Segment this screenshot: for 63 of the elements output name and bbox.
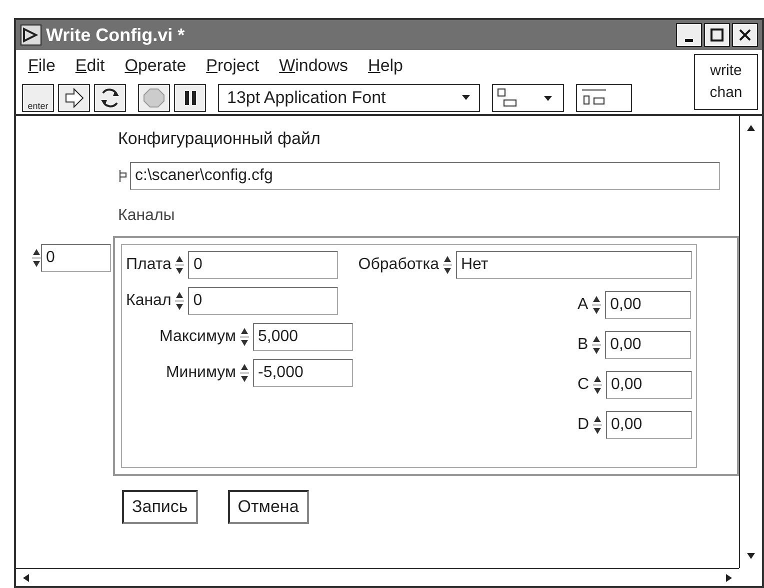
scroll-up-icon[interactable] bbox=[746, 124, 756, 132]
spin-arrows-icon[interactable] bbox=[240, 362, 249, 384]
maximize-icon bbox=[710, 28, 724, 42]
field-label: B bbox=[577, 334, 588, 354]
context-help-text: write bbox=[710, 61, 742, 81]
font-dropdown[interactable]: 13pt Application Font bbox=[218, 84, 480, 112]
minimize-button[interactable] bbox=[676, 23, 702, 47]
path-icon bbox=[118, 168, 128, 182]
field-label: Минимум bbox=[164, 362, 236, 382]
numeric-field[interactable]: 0,00 bbox=[606, 410, 692, 438]
enter-button[interactable]: enter bbox=[22, 84, 54, 112]
numeric-field[interactable]: 0,00 bbox=[605, 330, 692, 358]
spin-arrows-icon[interactable] bbox=[175, 254, 184, 276]
numeric-field[interactable]: -5,000 bbox=[253, 358, 353, 386]
numeric-field[interactable]: Нет bbox=[456, 250, 692, 278]
field-label: Максимум bbox=[158, 326, 236, 346]
field-label: Плата bbox=[126, 254, 172, 274]
array-index-field[interactable]: 0 bbox=[41, 244, 111, 272]
dialog-button[interactable]: Запись bbox=[122, 490, 198, 524]
align-dropdown-icon[interactable] bbox=[492, 84, 564, 112]
spin-arrows-icon[interactable] bbox=[592, 334, 602, 356]
menu-item[interactable]: Help bbox=[368, 53, 404, 79]
field-label: D bbox=[577, 414, 589, 434]
maximize-button[interactable] bbox=[704, 23, 730, 47]
spin-arrows-icon[interactable] bbox=[32, 246, 41, 268]
close-button[interactable] bbox=[732, 23, 758, 47]
path-field[interactable]: c:\scaner\config.cfg bbox=[130, 162, 720, 190]
numeric-field[interactable]: 0 bbox=[188, 286, 338, 314]
scroll-down-icon[interactable] bbox=[746, 552, 756, 560]
window-title: Write Config.vi * bbox=[46, 24, 185, 47]
numeric-field[interactable]: 5,000 bbox=[253, 322, 353, 350]
spin-arrows-icon[interactable] bbox=[592, 294, 602, 316]
numeric-field[interactable]: 0,00 bbox=[606, 370, 692, 398]
scroll-left-icon[interactable] bbox=[22, 572, 30, 582]
field-label: Канал bbox=[126, 290, 172, 310]
section-label: Конфигурационный файл bbox=[118, 128, 322, 150]
scroll-right-icon[interactable] bbox=[725, 572, 733, 582]
vi-icon bbox=[20, 24, 42, 46]
distribute-icon[interactable] bbox=[576, 84, 632, 112]
section-label: Каналы bbox=[118, 206, 176, 226]
field-label: Обработка bbox=[358, 254, 439, 274]
dialog-button[interactable]: Отмена bbox=[228, 490, 309, 524]
caret-icon bbox=[461, 94, 471, 102]
menu-item[interactable]: Edit bbox=[75, 53, 105, 79]
spin-arrows-icon[interactable] bbox=[240, 326, 249, 348]
spin-arrows-icon[interactable] bbox=[593, 374, 602, 396]
numeric-field[interactable]: 0,00 bbox=[605, 290, 692, 318]
minimize-icon bbox=[685, 38, 693, 42]
menu-item[interactable]: Project bbox=[206, 53, 260, 79]
menu-item[interactable]: File bbox=[28, 53, 56, 79]
abort-icon[interactable] bbox=[138, 84, 170, 112]
run-continuous-icon[interactable] bbox=[94, 84, 126, 112]
field-label: C bbox=[577, 374, 589, 394]
context-help-text: chan bbox=[710, 83, 742, 103]
field-label: A bbox=[577, 294, 588, 314]
spin-arrows-icon[interactable] bbox=[593, 414, 602, 436]
menu-item[interactable]: Operate bbox=[124, 53, 186, 79]
spin-arrows-icon[interactable] bbox=[443, 254, 452, 276]
numeric-field[interactable]: 0 bbox=[188, 250, 338, 278]
pause-icon[interactable] bbox=[174, 84, 206, 112]
menu-item[interactable]: Windows bbox=[279, 53, 348, 79]
close-icon bbox=[738, 28, 752, 42]
spin-arrows-icon[interactable] bbox=[175, 290, 184, 312]
